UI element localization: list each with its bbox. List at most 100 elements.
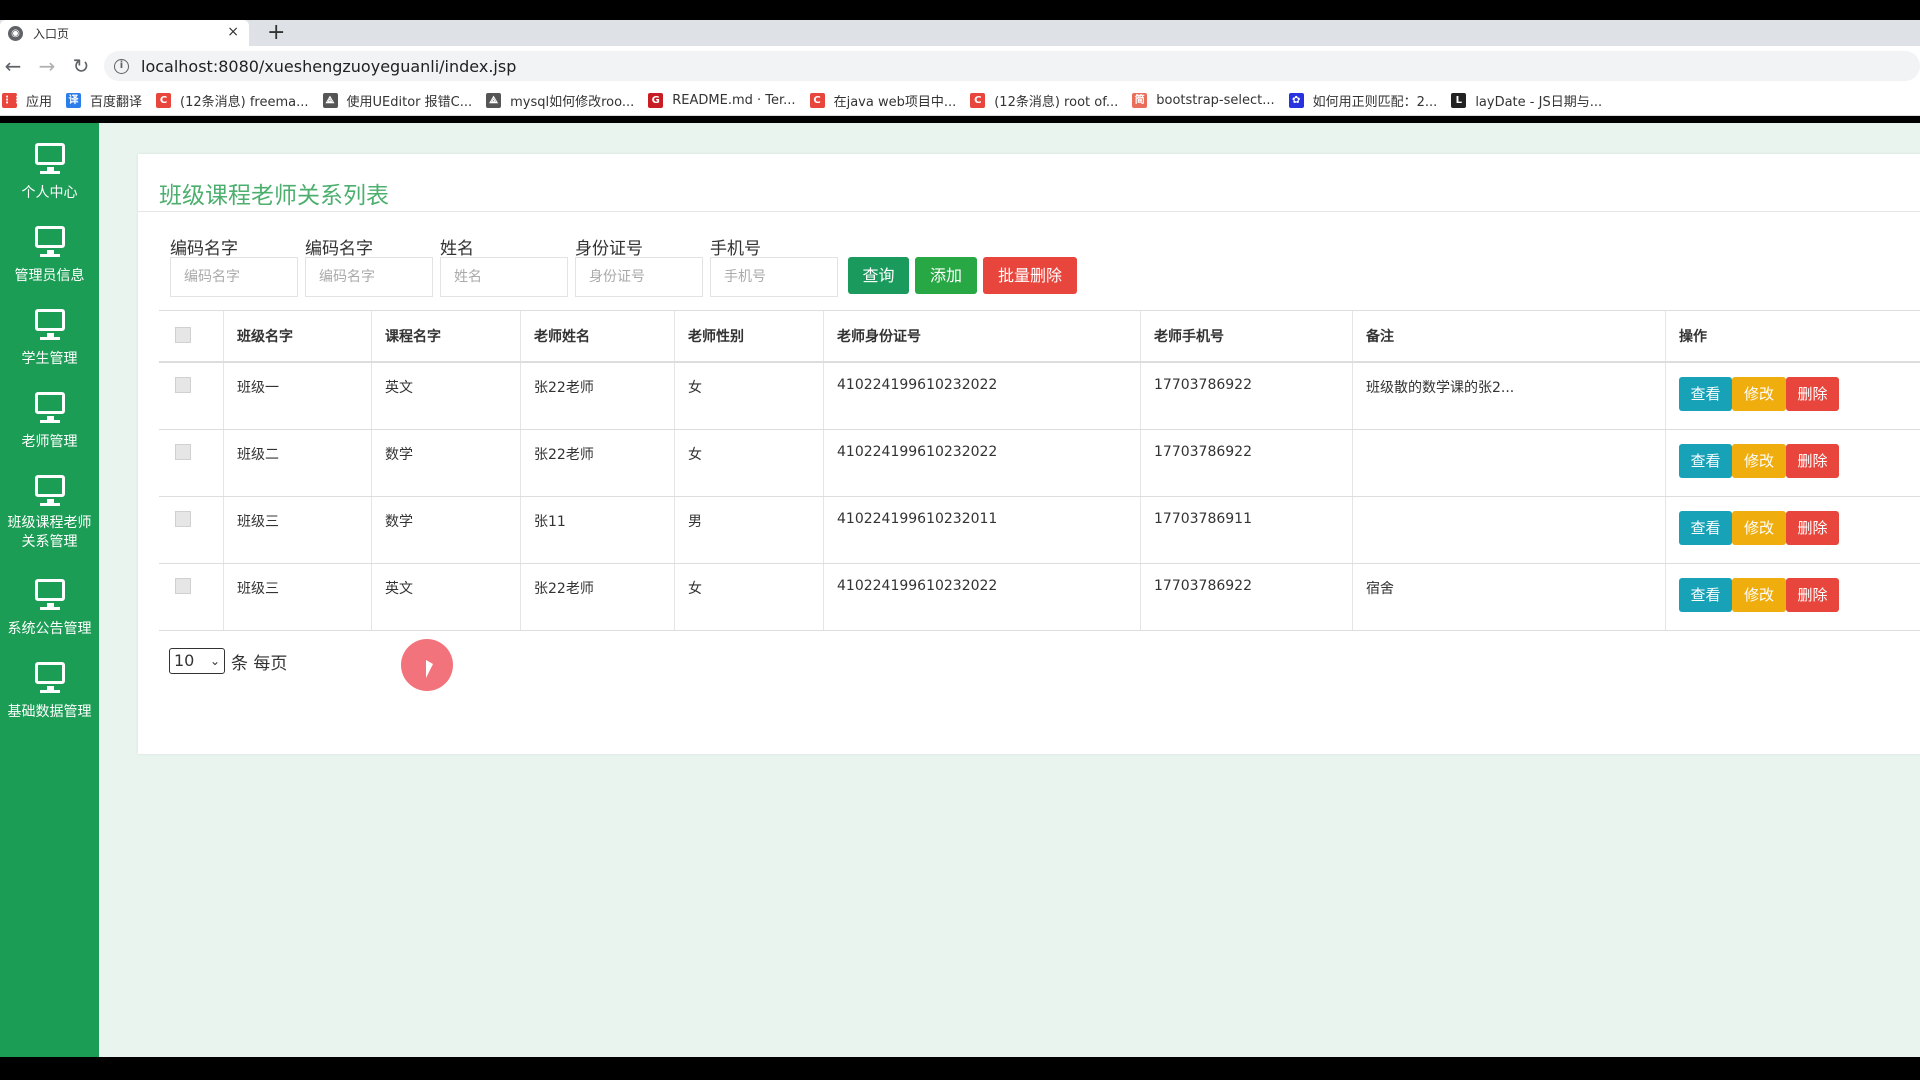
page-size-value: 10 (174, 651, 195, 670)
bookmark-item[interactable]: 译百度翻译 (66, 91, 142, 110)
bookmark-item[interactable]: ⟁ mysql如何修改roo... (486, 91, 634, 110)
edit-button[interactable]: 修改 (1732, 444, 1786, 478)
edit-button[interactable]: 修改 (1732, 578, 1786, 612)
tab-title: 入口页 (33, 26, 70, 41)
monitor-stand-icon (39, 420, 60, 423)
bookmark-item[interactable]: C 在java web项目中... (809, 91, 956, 110)
view-button[interactable]: 查看 (1679, 511, 1732, 545)
header-cell: 备注 (1352, 311, 1665, 361)
ueditor-icon: ⟁ (322, 93, 338, 108)
table-cell: 410224199610232022 (823, 564, 1140, 630)
ueditor-icon: ⟁ (486, 93, 502, 108)
jianshu-icon: 简 (1132, 93, 1148, 108)
phone-input[interactable]: 手机号 (710, 257, 838, 297)
relations-table: 班级名字 课程名字 老师姓名 老师性别 老师身份证号 老师手机号 备注 操作 班级一英文 张22老… (159, 310, 1920, 631)
bookmark-label: 如何用正则匹配：2... (1312, 95, 1438, 110)
bookmark-item[interactable]: C (12条消息) root of... (970, 91, 1118, 110)
checkbox-cell (159, 363, 223, 429)
view-button[interactable]: 查看 (1679, 444, 1732, 478)
table-cell: 410224199610232011 (823, 497, 1140, 563)
edit-button[interactable]: 修改 (1732, 377, 1786, 411)
filter-label-code-name-2: 编码名字 (305, 239, 373, 259)
table-cell: 班级一 (223, 363, 371, 429)
actions-cell: 查看 修改 删除 (1665, 363, 1920, 429)
table-cell: 女 (674, 564, 823, 630)
table-cell: 数学 (371, 430, 520, 496)
select-all-checkbox[interactable] (175, 327, 191, 343)
view-button[interactable]: 查看 (1679, 578, 1732, 612)
csdn-icon: C (156, 93, 172, 108)
sidebar-item[interactable]: 学生管理 (0, 309, 99, 368)
table-cell: 17703786922 (1140, 363, 1352, 429)
row-checkbox[interactable] (175, 511, 191, 527)
table-cell: 张22老师 (520, 430, 674, 496)
table-cell: 女 (674, 363, 823, 429)
row-checkbox[interactable] (175, 444, 191, 460)
sidebar-item-label: 管理员信息 (14, 268, 85, 284)
bookmark-item[interactable]: 简 bootstrap-select... (1132, 93, 1275, 108)
sidebar-item[interactable]: 班级课程老师关系管理 (0, 475, 99, 552)
close-tab-icon[interactable]: × (227, 24, 239, 40)
bookmark-item[interactable]: G README.md · Ter... (648, 93, 796, 108)
monitor-icon (34, 662, 65, 690)
browser-tab-strip: ◉ 入口页 × + (0, 20, 1920, 46)
back-arrow-icon[interactable]: ← (2, 54, 24, 78)
monitor-stand-icon (39, 503, 60, 506)
csdn-icon: C (970, 93, 986, 108)
row-checkbox[interactable] (175, 578, 191, 594)
monitor-stand-icon (39, 171, 60, 174)
bookmark-item[interactable]: ✿ 如何用正则匹配：2... (1288, 91, 1438, 110)
monitor-icon (34, 143, 65, 171)
table-header-row: 班级名字 课程名字 老师姓名 老师性别 老师身份证号 老师手机号 备注 操作 (159, 311, 1920, 363)
screen-top-border (0, 0, 1920, 20)
batch-delete-button[interactable]: 批量删除 (983, 257, 1077, 294)
view-button[interactable]: 查看 (1679, 377, 1732, 411)
table-cell: 17703786911 (1140, 497, 1352, 563)
checkbox-cell (159, 311, 223, 361)
bookmark-item[interactable]: LlayDate - JS日期与... (1451, 91, 1602, 110)
browser-tab[interactable]: ◉ 入口页 × (0, 20, 249, 46)
sidebar-item-label: 基础数据管理 (7, 704, 92, 720)
filter-label-phone: 手机号 (710, 239, 761, 259)
header-cell: 班级名字 (223, 311, 371, 361)
edit-button[interactable]: 修改 (1732, 511, 1786, 545)
bookmark-item[interactable]: ⋮⋮ 应用 (2, 91, 52, 110)
code-name-input-1[interactable]: 编码名字 (170, 257, 298, 297)
forward-arrow-icon[interactable]: → (36, 54, 58, 78)
header-cell: 老师身份证号 (823, 311, 1140, 361)
sidebar-item[interactable]: 老师管理 (0, 392, 99, 451)
table-cell: 17703786922 (1140, 564, 1352, 630)
delete-button[interactable]: 删除 (1786, 377, 1839, 411)
monitor-stand-icon (39, 607, 60, 610)
delete-button[interactable]: 删除 (1786, 511, 1839, 545)
page-size-select[interactable]: 10 ⌄ (169, 648, 225, 674)
address-bar[interactable]: i localhost:8080/xueshengzuoyeguanli/ind… (104, 51, 1920, 81)
filter-label-id-number: 身份证号 (575, 239, 643, 259)
monitor-stand-icon (39, 690, 60, 693)
row-checkbox[interactable] (175, 377, 191, 393)
delete-button[interactable]: 删除 (1786, 444, 1839, 478)
info-icon[interactable]: i (114, 58, 129, 74)
monitor-stand-icon (39, 254, 60, 257)
query-button[interactable]: 查询 (848, 257, 909, 294)
bookmark-item[interactable]: ⟁ 使用UEditor 报错C... (322, 91, 472, 110)
filter-label-name: 姓名 (440, 239, 474, 259)
sidebar-item[interactable]: 系统公告管理 (0, 579, 99, 638)
id-number-input[interactable]: 身份证号 (575, 257, 703, 297)
monitor-icon (34, 579, 65, 607)
table-cell: 410224199610232022 (823, 363, 1140, 429)
title-divider (138, 211, 1920, 212)
header-cell: 老师手机号 (1140, 311, 1352, 361)
new-tab-button[interactable]: + (267, 21, 285, 45)
reload-icon[interactable]: ↻ (70, 54, 92, 78)
bookmark-item[interactable]: C (12条消息) freema... (156, 91, 309, 110)
table-cell: 英文 (371, 564, 520, 630)
sidebar-item[interactable]: 管理员信息 (0, 226, 99, 285)
sidebar-item[interactable]: 基础数据管理 (0, 662, 99, 721)
name-input[interactable]: 姓名 (440, 257, 568, 297)
bookmark-label: README.md · Ter... (672, 93, 796, 108)
delete-button[interactable]: 删除 (1786, 578, 1839, 612)
sidebar-item[interactable]: 个人中心 (0, 143, 99, 202)
add-button[interactable]: 添加 (915, 257, 977, 294)
code-name-input-2[interactable]: 编码名字 (305, 257, 433, 297)
